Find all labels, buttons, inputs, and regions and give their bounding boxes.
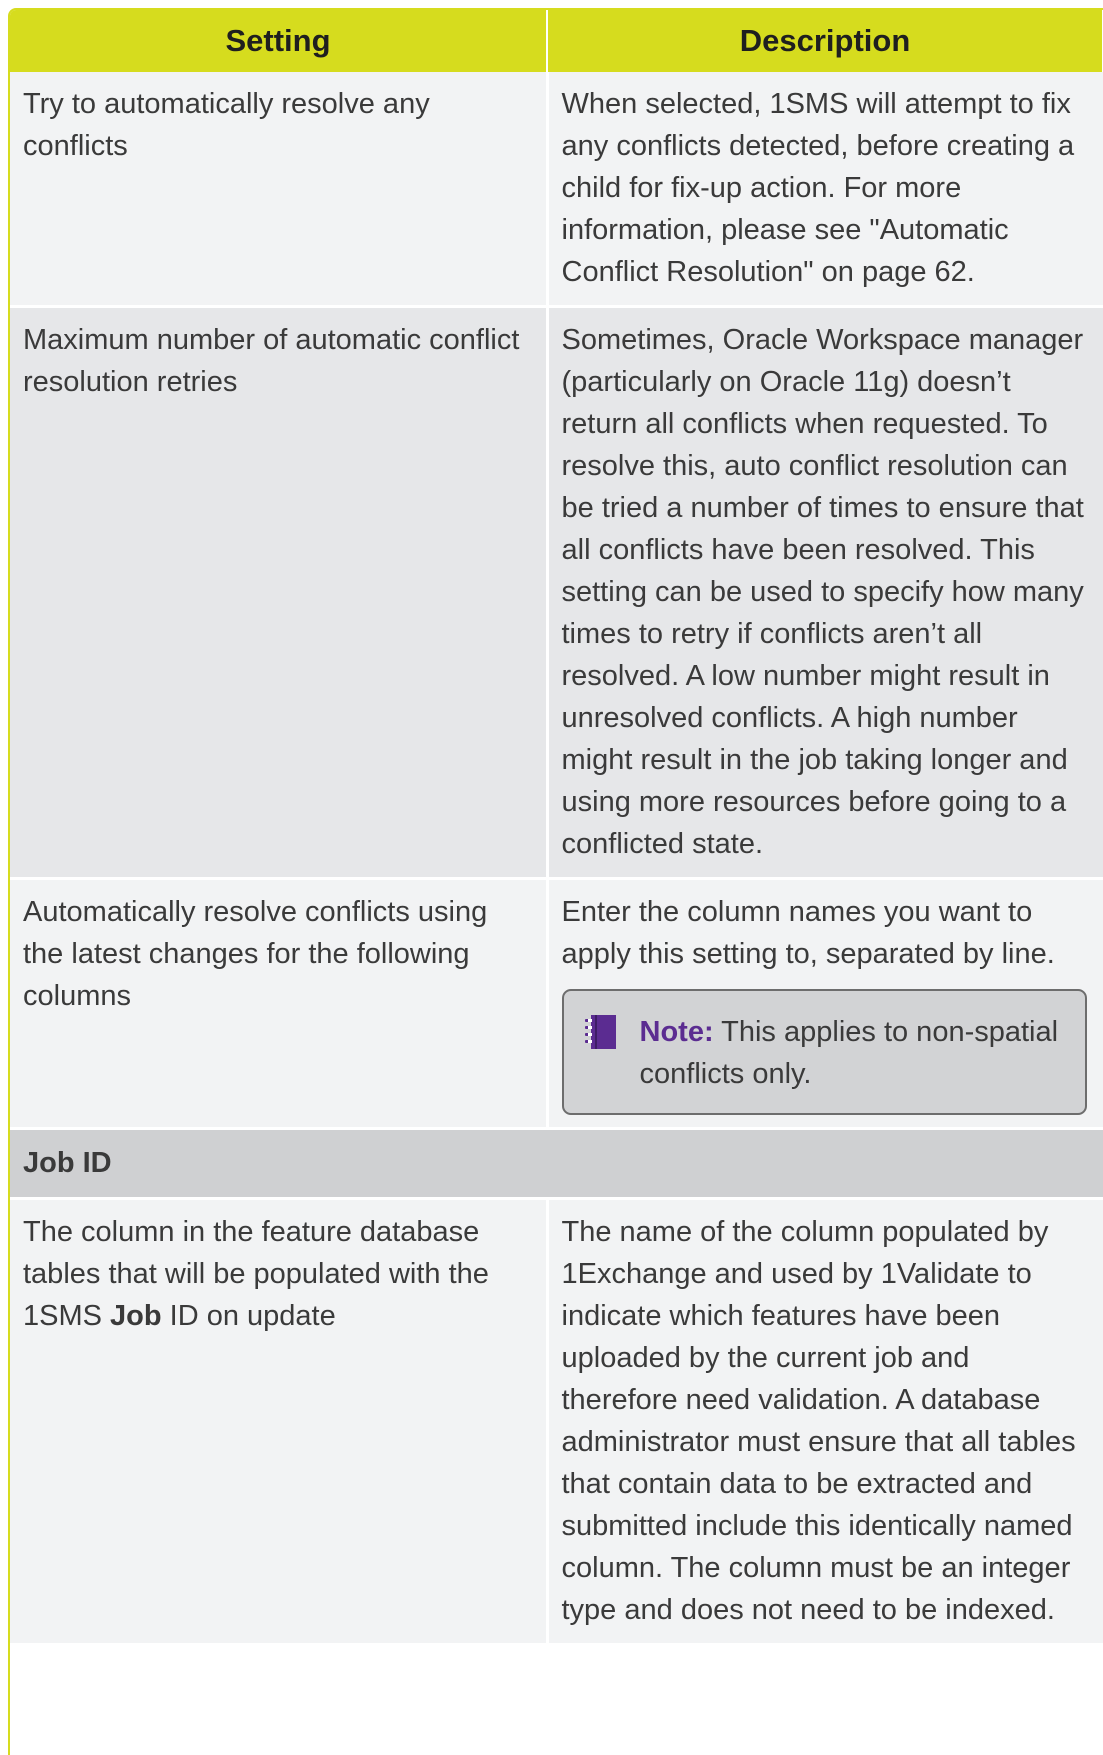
table-row: Automatically resolve conflicts using th… (10, 878, 1103, 1130)
description-cell: When selected, 1SMS will attempt to fix … (547, 72, 1103, 308)
header-setting: Setting (10, 10, 548, 72)
description-text: Enter the column names you want to apply… (561, 896, 1055, 970)
description-cell: The name of the column populated by 1Exc… (547, 1198, 1103, 1643)
table-row: Maximum number of automatic conflict res… (10, 306, 1103, 880)
note-callout: Note: This applies to non-spatial confli… (561, 989, 1087, 1115)
note-label: Note: (639, 1016, 714, 1048)
description-cell: Sometimes, Oracle Workspace manager (par… (547, 306, 1103, 880)
settings-table: Setting Description Try to automatically… (10, 10, 1103, 1643)
setting-text-after: ID on update (161, 1300, 336, 1332)
header-description: Description (547, 10, 1103, 72)
description-cell: Enter the column names you want to apply… (547, 878, 1103, 1130)
section-title: Job ID (10, 1128, 1103, 1200)
setting-text-bold: Job (110, 1300, 162, 1332)
setting-cell: Maximum number of automatic conflict res… (10, 306, 549, 880)
setting-cell: Automatically resolve conflicts using th… (10, 878, 549, 1130)
setting-cell: Try to automatically resolve any conflic… (10, 72, 549, 308)
table-row: The column in the feature database table… (10, 1198, 1103, 1643)
note-text: Note: This applies to non-spatial confli… (640, 1011, 1068, 1095)
table-header-row: Setting Description (10, 10, 1103, 72)
notebook-icon (584, 1015, 616, 1049)
table-row: Try to automatically resolve any conflic… (10, 72, 1103, 308)
settings-table-container: Setting Description Try to automatically… (8, 8, 1103, 1755)
setting-cell: The column in the feature database table… (10, 1198, 549, 1643)
section-header-row: Job ID (10, 1128, 1103, 1200)
